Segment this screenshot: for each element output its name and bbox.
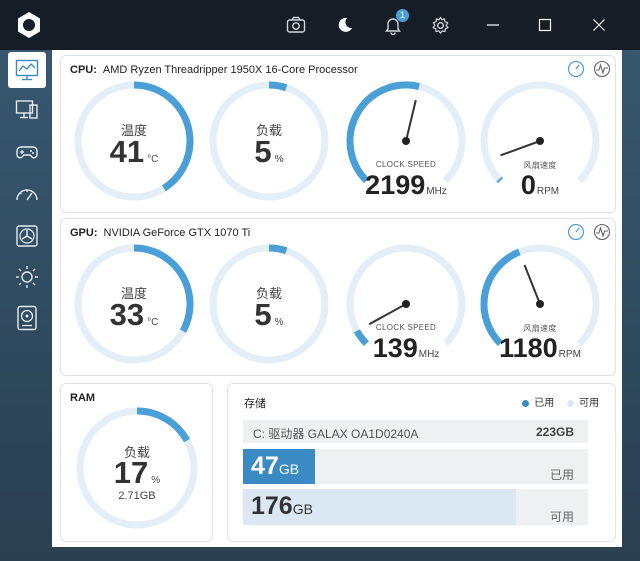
close-icon[interactable] bbox=[587, 13, 611, 37]
ram-load-gauge: 负载 17% 2.71GB bbox=[75, 406, 199, 530]
gpu-clock-gauge: CLOCK SPEED 139MHz bbox=[345, 243, 467, 371]
notification-badge: 1 bbox=[396, 9, 409, 22]
gpu-load-value: 5 bbox=[254, 297, 272, 332]
moon-icon[interactable] bbox=[333, 13, 357, 37]
gpu-clock-unit: MHz bbox=[418, 349, 440, 360]
gpu-fan-value: 1180 bbox=[499, 333, 558, 363]
gpu-clock-value: 139 bbox=[372, 333, 418, 363]
cpu-name: AMD Ryzen Threadripper 1950X 16-Core Pro… bbox=[102, 64, 358, 76]
sidebar bbox=[0, 50, 52, 561]
maximize-icon[interactable] bbox=[533, 13, 557, 37]
storage-used-value: 47 bbox=[251, 452, 279, 480]
gpu-load-gauge: 负载 5% bbox=[208, 243, 330, 365]
cpu-fan-needle bbox=[500, 140, 541, 157]
cpu-wave-icon[interactable] bbox=[593, 60, 611, 78]
gpu-wave-icon[interactable] bbox=[593, 223, 611, 241]
harddisk-icon bbox=[17, 305, 37, 331]
gpu-title: GPU: NVIDIA GeForce GTX 1070 Ti bbox=[70, 227, 250, 239]
cpu-fan-value: 0 bbox=[520, 170, 536, 200]
cpu-clock-unit: MHz bbox=[426, 186, 447, 197]
cpu-fan-unit: RPM bbox=[536, 186, 560, 197]
storage-free-value: 176 bbox=[251, 492, 293, 520]
monitor-icon bbox=[15, 100, 38, 119]
cpu-label: CPU: bbox=[70, 64, 97, 76]
gpu-temp-unit: °C bbox=[147, 317, 159, 328]
storage-used-unit: GB bbox=[278, 461, 300, 477]
gamepad-icon bbox=[16, 146, 38, 159]
drive-row[interactable]: C: 驱动器 GALAX OA1D0240A 223GB bbox=[243, 420, 588, 443]
gpu-label: GPU: bbox=[70, 227, 98, 239]
cpu-card: CPU: AMD Ryzen Threadripper 1950X 16-Core… bbox=[60, 55, 616, 213]
gpu-clock-label: CLOCK SPEED bbox=[375, 323, 437, 332]
brightness-icon bbox=[16, 266, 38, 288]
sidebar-item-performance[interactable] bbox=[8, 176, 46, 212]
cpu-clock-needle bbox=[405, 99, 417, 142]
ram-load-value: 17 bbox=[113, 455, 149, 490]
gpu-card: GPU: NVIDIA GeForce GTX 1070 Ti 温度 33 °C 负… bbox=[60, 218, 616, 376]
ram-title: RAM bbox=[70, 392, 96, 404]
dashboard-icon bbox=[15, 59, 39, 81]
legend-free-dot bbox=[567, 399, 574, 407]
gpu-name: NVIDIA GeForce GTX 1070 Ti bbox=[103, 227, 251, 239]
storage-used-label: 已用 bbox=[549, 468, 574, 482]
storage-free-unit: GB bbox=[292, 501, 313, 517]
fan-icon bbox=[16, 225, 38, 247]
storage-legend: 已用 可用 bbox=[522, 394, 599, 409]
legend-used-label: 已用 bbox=[534, 398, 555, 409]
gpu-clock-needle bbox=[368, 303, 407, 326]
cpu-clock-label: CLOCK SPEED bbox=[375, 160, 437, 169]
storage-free-row: 176GB 可用 bbox=[243, 489, 588, 525]
gpu-fan-gauge: 风扇速度 1180RPM bbox=[479, 243, 601, 371]
ram-used: 2.71GB bbox=[118, 490, 156, 502]
main-content: CPU: AMD Ryzen Threadripper 1950X 16-Core… bbox=[52, 50, 622, 547]
cpu-title: CPU: AMD Ryzen Threadripper 1950X 16-Core… bbox=[70, 64, 358, 76]
gpu-load-unit: % bbox=[274, 317, 284, 328]
sidebar-item-games[interactable] bbox=[8, 134, 46, 170]
gpu-temp-value: 33 bbox=[109, 297, 145, 332]
minimize-icon[interactable] bbox=[481, 13, 505, 37]
app-logo-icon bbox=[18, 12, 40, 38]
cpu-temp-gauge: 温度 41 °C bbox=[73, 80, 195, 202]
cpu-clock-icon[interactable] bbox=[567, 60, 585, 78]
gear-icon[interactable] bbox=[428, 13, 452, 37]
legend-free-label: 可用 bbox=[579, 398, 599, 409]
drive-name: C: 驱动器 GALAX OA1D0240A bbox=[253, 427, 419, 441]
cpu-temp-value: 41 bbox=[109, 134, 145, 169]
legend-used-dot bbox=[522, 399, 530, 407]
title-bar: 1 bbox=[0, 0, 640, 50]
cpu-load-unit: % bbox=[274, 154, 284, 165]
ram-load-unit: % bbox=[151, 475, 161, 486]
storage-free-label: 可用 bbox=[549, 510, 574, 524]
speedometer-icon bbox=[16, 189, 38, 201]
sidebar-item-fan[interactable] bbox=[8, 218, 46, 254]
gpu-temp-gauge: 温度 33 °C bbox=[73, 243, 195, 365]
camera-icon[interactable] bbox=[284, 13, 308, 37]
storage-used-row: 47GB 已用 bbox=[243, 449, 588, 484]
sidebar-item-lighting[interactable] bbox=[8, 259, 46, 295]
storage-used-amount: 47GB bbox=[251, 452, 299, 481]
cpu-load-gauge: 负载 5% bbox=[208, 80, 330, 202]
sidebar-item-storage[interactable] bbox=[8, 300, 46, 336]
app-window: 1 CPU: AMD Ryzen Threadripper 1950X 16-C… bbox=[0, 0, 640, 561]
cpu-clock-value: 2199 bbox=[365, 170, 426, 200]
ram-card: RAM 负载 17% 2.71GB bbox=[60, 383, 213, 542]
storage-free-amount: 176GB bbox=[251, 492, 313, 521]
cpu-fan-gauge: 风扇速度 0RPM bbox=[479, 80, 601, 208]
gpu-clock-icon[interactable] bbox=[567, 223, 585, 241]
storage-card: 存储 已用 可用 C: 驱动器 GALAX OA1D0240A 223GB 47… bbox=[227, 383, 616, 542]
gpu-fan-needle bbox=[523, 264, 541, 305]
gpu-fan-unit: RPM bbox=[558, 349, 581, 360]
sidebar-item-monitor[interactable] bbox=[8, 92, 46, 128]
drive-total: 223GB bbox=[535, 425, 574, 439]
bell-icon[interactable]: 1 bbox=[381, 9, 409, 37]
storage-title: 存储 bbox=[244, 398, 266, 410]
cpu-clock-gauge: CLOCK SPEED 2199MHz bbox=[345, 80, 467, 208]
cpu-temp-unit: °C bbox=[147, 154, 159, 165]
sidebar-item-dashboard[interactable] bbox=[8, 52, 46, 88]
cpu-load-value: 5 bbox=[254, 134, 272, 169]
